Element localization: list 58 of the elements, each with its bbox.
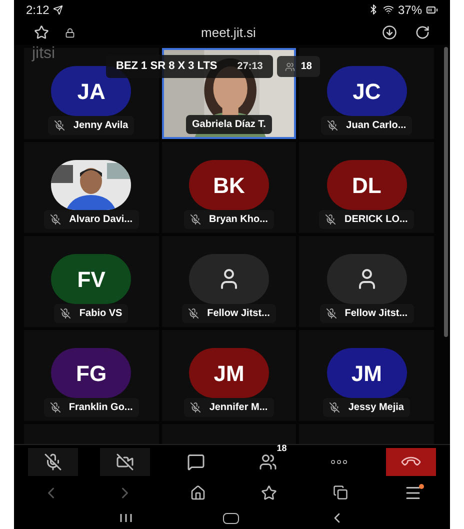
bookmarks-icon[interactable] — [261, 484, 278, 501]
battery-icon — [426, 4, 438, 16]
avatar-initials: JM — [326, 348, 407, 398]
participant-name: Fellow Jitst... — [344, 307, 408, 322]
hang-up-button[interactable] — [386, 448, 436, 476]
participant-name: Fabio VS — [79, 307, 122, 322]
participant-tile[interactable]: JM Jessy Mejia — [299, 330, 434, 422]
lock-icon — [65, 28, 75, 38]
location-icon — [53, 4, 64, 15]
participant-name: Alvaro Davi... — [69, 213, 132, 228]
participant-name: Juan Carlo... — [346, 119, 406, 134]
bluetooth-icon — [368, 4, 379, 16]
page-url[interactable]: meet.jit.si — [201, 22, 256, 42]
home-icon[interactable] — [190, 484, 206, 501]
participant-name: Fellow Jitst... — [207, 307, 270, 322]
reload-icon[interactable] — [415, 25, 430, 40]
camera-off-icon — [116, 452, 134, 471]
home-button[interactable] — [223, 512, 239, 524]
participant-count-pill[interactable]: 18 — [276, 56, 320, 78]
bookmark-star-icon[interactable] — [34, 25, 49, 40]
participant-tile[interactable]: JM Jennifer M... — [162, 330, 296, 422]
camera-button[interactable] — [100, 448, 150, 476]
battery-percentage: 37% — [398, 2, 422, 19]
microphone-button[interactable] — [28, 448, 78, 476]
participant-tile[interactable]: Fellow Jitst... — [299, 236, 434, 328]
participant-name: Franklin Go... — [68, 401, 133, 416]
participant-name: Gabriela Díaz T. — [192, 118, 266, 132]
participants-icon — [284, 62, 295, 72]
participant-tile[interactable]: FG Franklin Go... — [24, 330, 159, 422]
avatar-initials: JC — [326, 66, 407, 116]
muted-mic-icon — [44, 452, 62, 471]
participant-name: DERICK LO... — [344, 213, 408, 228]
participant-name: Bryan Kho... — [209, 213, 268, 228]
participant-count: 18 — [300, 60, 312, 74]
avatar-initials: BK — [188, 160, 269, 210]
participant-tile[interactable]: BK Bryan Kho... — [162, 142, 296, 234]
participant-tile[interactable]: Fellow Jitst... — [162, 236, 296, 328]
avatar-initials: FV — [51, 254, 132, 304]
jitsi-watermark: jitsi — [32, 46, 56, 62]
participant-count-label: 18 — [276, 442, 287, 455]
participant-tile[interactable]: Alvaro Davi... — [24, 142, 159, 234]
participants-icon — [258, 452, 277, 471]
chat-icon — [187, 452, 206, 471]
participant-name: Jessy Mejia — [348, 401, 404, 416]
participant-tile[interactable]: DL DERICK LO... — [299, 142, 434, 234]
avatar-initials: DL — [326, 160, 407, 210]
participant-tile[interactable]: FV Fabio VS — [24, 236, 159, 328]
tabs-icon[interactable] — [333, 485, 348, 500]
status-time: 2:12 — [26, 2, 50, 19]
download-icon[interactable] — [382, 25, 397, 40]
more-icon — [331, 460, 348, 464]
menu-icon[interactable] — [404, 484, 422, 502]
participant-name: Jennifer M... — [209, 401, 268, 416]
avatar-initials: FG — [51, 348, 132, 398]
avatar-initials: JM — [188, 348, 269, 398]
meeting-timer: 27:13 — [237, 60, 263, 74]
recent-apps-icon[interactable] — [119, 513, 133, 524]
participant-name: Jenny Avila — [73, 119, 128, 134]
